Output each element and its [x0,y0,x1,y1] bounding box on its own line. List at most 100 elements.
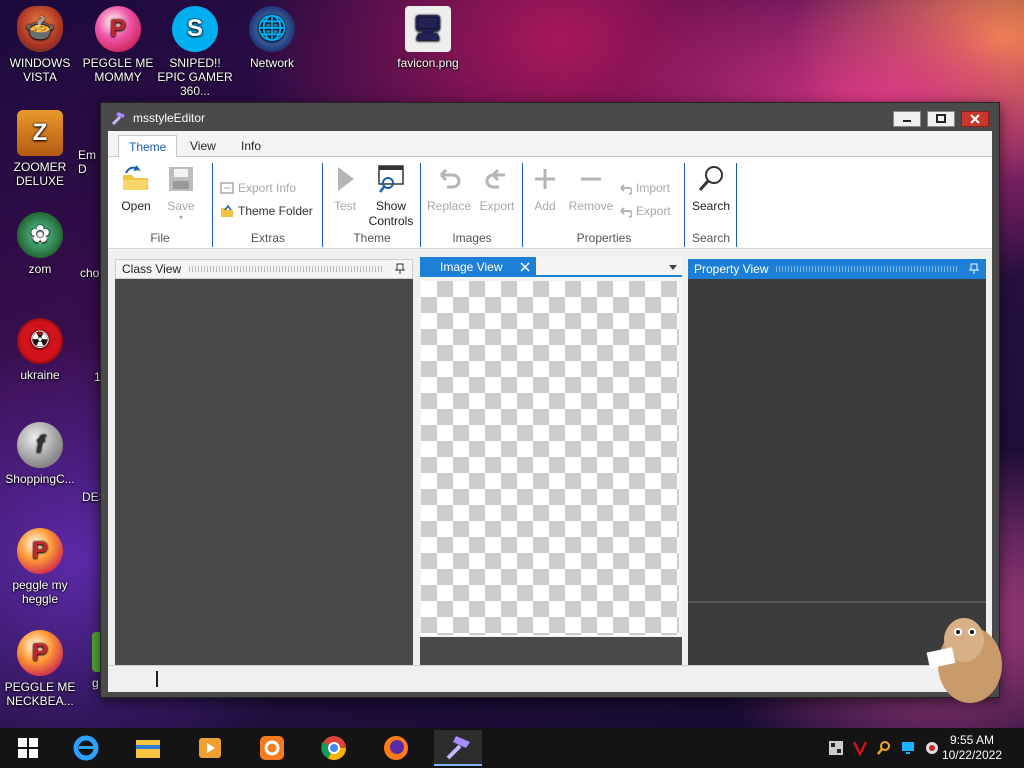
play-icon [338,167,354,191]
taskbar-chrome[interactable] [310,730,358,766]
desktop-icon-partial-em[interactable]: Em D [78,148,100,176]
taskbar-uc-browser[interactable] [248,730,296,766]
hamster-sticker [926,618,1002,703]
image-view-tab[interactable]: Image View [420,257,536,277]
zoomer-deluxe-icon: Z [17,110,63,156]
windows-start-icon [18,738,38,758]
property-view-title: Property View [694,262,769,276]
qr-tray-icon[interactable] [828,740,844,756]
open-button[interactable]: Open [114,163,158,214]
tab-info[interactable]: Info [231,135,271,158]
class-view-header[interactable]: Class View [115,259,413,279]
show-controls-button[interactable]: Show Controls [366,163,416,229]
pin-icon[interactable] [968,263,980,275]
desktop-icon-peggle-me-neckbea[interactable]: P PEGGLE ME NECKBEA... [0,630,80,708]
theme-folder-icon [221,204,233,217]
network-icon: 🌐 [249,6,295,52]
export-property-button[interactable]: Export [618,204,671,218]
minimize-button[interactable] [893,111,921,127]
desktop-icon-peggle-my-heggle[interactable]: P peggle my heggle [0,528,80,606]
export-info-icon [220,182,234,194]
firefox-icon [384,736,408,760]
window-search-icon [378,165,404,193]
desktop-icon-ukraine[interactable]: ☢ ukraine [0,318,80,382]
close-icon [970,114,980,124]
desktop-icon-favicon[interactable]: 🖥 favicon.png [388,6,468,70]
antivirus-tray-icon[interactable] [852,740,868,756]
search-button[interactable]: Search [688,163,734,214]
chevron-down-icon: ▾ [178,213,183,222]
hammer-app-icon [111,112,125,126]
desktop-icon-partial-cho[interactable]: cho [80,266,100,280]
theme-folder-button[interactable]: Theme Folder [220,204,313,218]
remove-property-button[interactable]: Remove [568,163,614,214]
taskbar-internet-explorer[interactable] [62,730,110,766]
volume-tray-icon[interactable] [924,740,940,756]
desktop-icon-partial-des[interactable]: DES [82,490,100,504]
class-view-panel: Class View [115,259,413,665]
uc-browser-icon [260,736,284,760]
desktop-icon-network[interactable]: 🌐 Network [232,6,312,70]
ribbon-group-theme: Test Show Controls Theme [324,161,420,247]
taskbar: 9:55 AM 10/22/2022 [0,728,1024,768]
ribbon-group-file: Open Save ▾ File [108,161,212,247]
search-tray-icon[interactable] [876,740,892,756]
window-client: Theme View Info Open Save ▾ File Export … [108,131,992,692]
ribbon-group-search: Search Search [686,161,736,247]
tab-view[interactable]: View [180,135,226,158]
save-button[interactable]: Save ▾ [160,163,202,222]
property-grid[interactable] [688,279,986,601]
pin-icon[interactable] [394,263,406,275]
taskbar-media-player[interactable] [186,730,234,766]
taskbar-firefox[interactable] [372,730,420,766]
ribbon-group-properties: Add Remove Import Export Properties [524,161,684,247]
display-tray-icon[interactable] [900,740,916,756]
taskbar-clock[interactable]: 9:55 AM 10/22/2022 [942,733,1002,763]
group-separator [684,163,685,247]
class-tree[interactable] [115,279,413,665]
test-button[interactable]: Test [328,163,362,214]
group-separator [420,163,421,247]
panel-grip [189,266,384,272]
image-preview-checkerboard[interactable] [421,281,679,635]
group-separator [322,163,323,247]
ribbon-group-images: Replace Export Images [422,161,522,247]
peggle-icon: P [17,528,63,574]
save-disk-icon [169,167,193,191]
title-bar[interactable]: msstyleEditor [101,103,999,133]
flash-icon: f [17,422,63,468]
image-view-footer [420,637,682,665]
close-tab-icon[interactable] [520,262,531,272]
dock-area: Class View Image View Property View [108,251,992,692]
image-export-button[interactable]: Export [476,163,518,214]
maximize-button[interactable] [927,111,955,127]
replace-button[interactable]: Replace [426,163,472,214]
desktop-icon-windows-vista[interactable]: 🍲 WINDOWS VISTA [0,6,80,84]
desktop-icon-zom[interactable]: ✿ zom [0,212,80,276]
desktop-icon-zoomer-deluxe[interactable]: Z ZOOMER DELUXE [0,110,80,188]
internet-explorer-icon [73,735,99,761]
group-separator [522,163,523,247]
taskbar-file-explorer[interactable] [124,730,172,766]
taskbar-msstyleeditor[interactable] [434,730,482,766]
desktop-icon-peggle-me-mommy[interactable]: P PEGGLE ME MOMMY [78,6,158,84]
desktop-icon-shoppingc[interactable]: f ShoppingC... [0,422,80,486]
chevron-down-icon[interactable] [668,264,678,272]
close-button[interactable] [961,111,989,127]
image-view-tabstrip: Image View [420,257,682,277]
tab-theme[interactable]: Theme [118,135,178,158]
desktop-icon-sniped[interactable]: S SNIPED!! EPIC GAMER 360... [155,6,235,98]
property-view-header[interactable]: Property View [688,259,986,279]
export-info-button[interactable]: Export Info [220,181,296,195]
skype-icon: S [172,6,218,52]
import-property-button[interactable]: Import [618,181,670,195]
start-button[interactable] [4,730,52,766]
msstyleeditor-window: msstyleEditor Theme View Info Open Save … [100,102,1000,698]
ribbon-group-extras: Export Info Theme Folder Extras [214,161,322,247]
group-label-search: Search [691,231,731,245]
ribbon-tabs: Theme View Info [108,131,992,158]
group-label-properties: Properties [576,231,632,245]
class-view-title: Class View [122,262,182,276]
add-property-button[interactable]: Add [528,163,562,214]
minus-icon [581,177,601,181]
